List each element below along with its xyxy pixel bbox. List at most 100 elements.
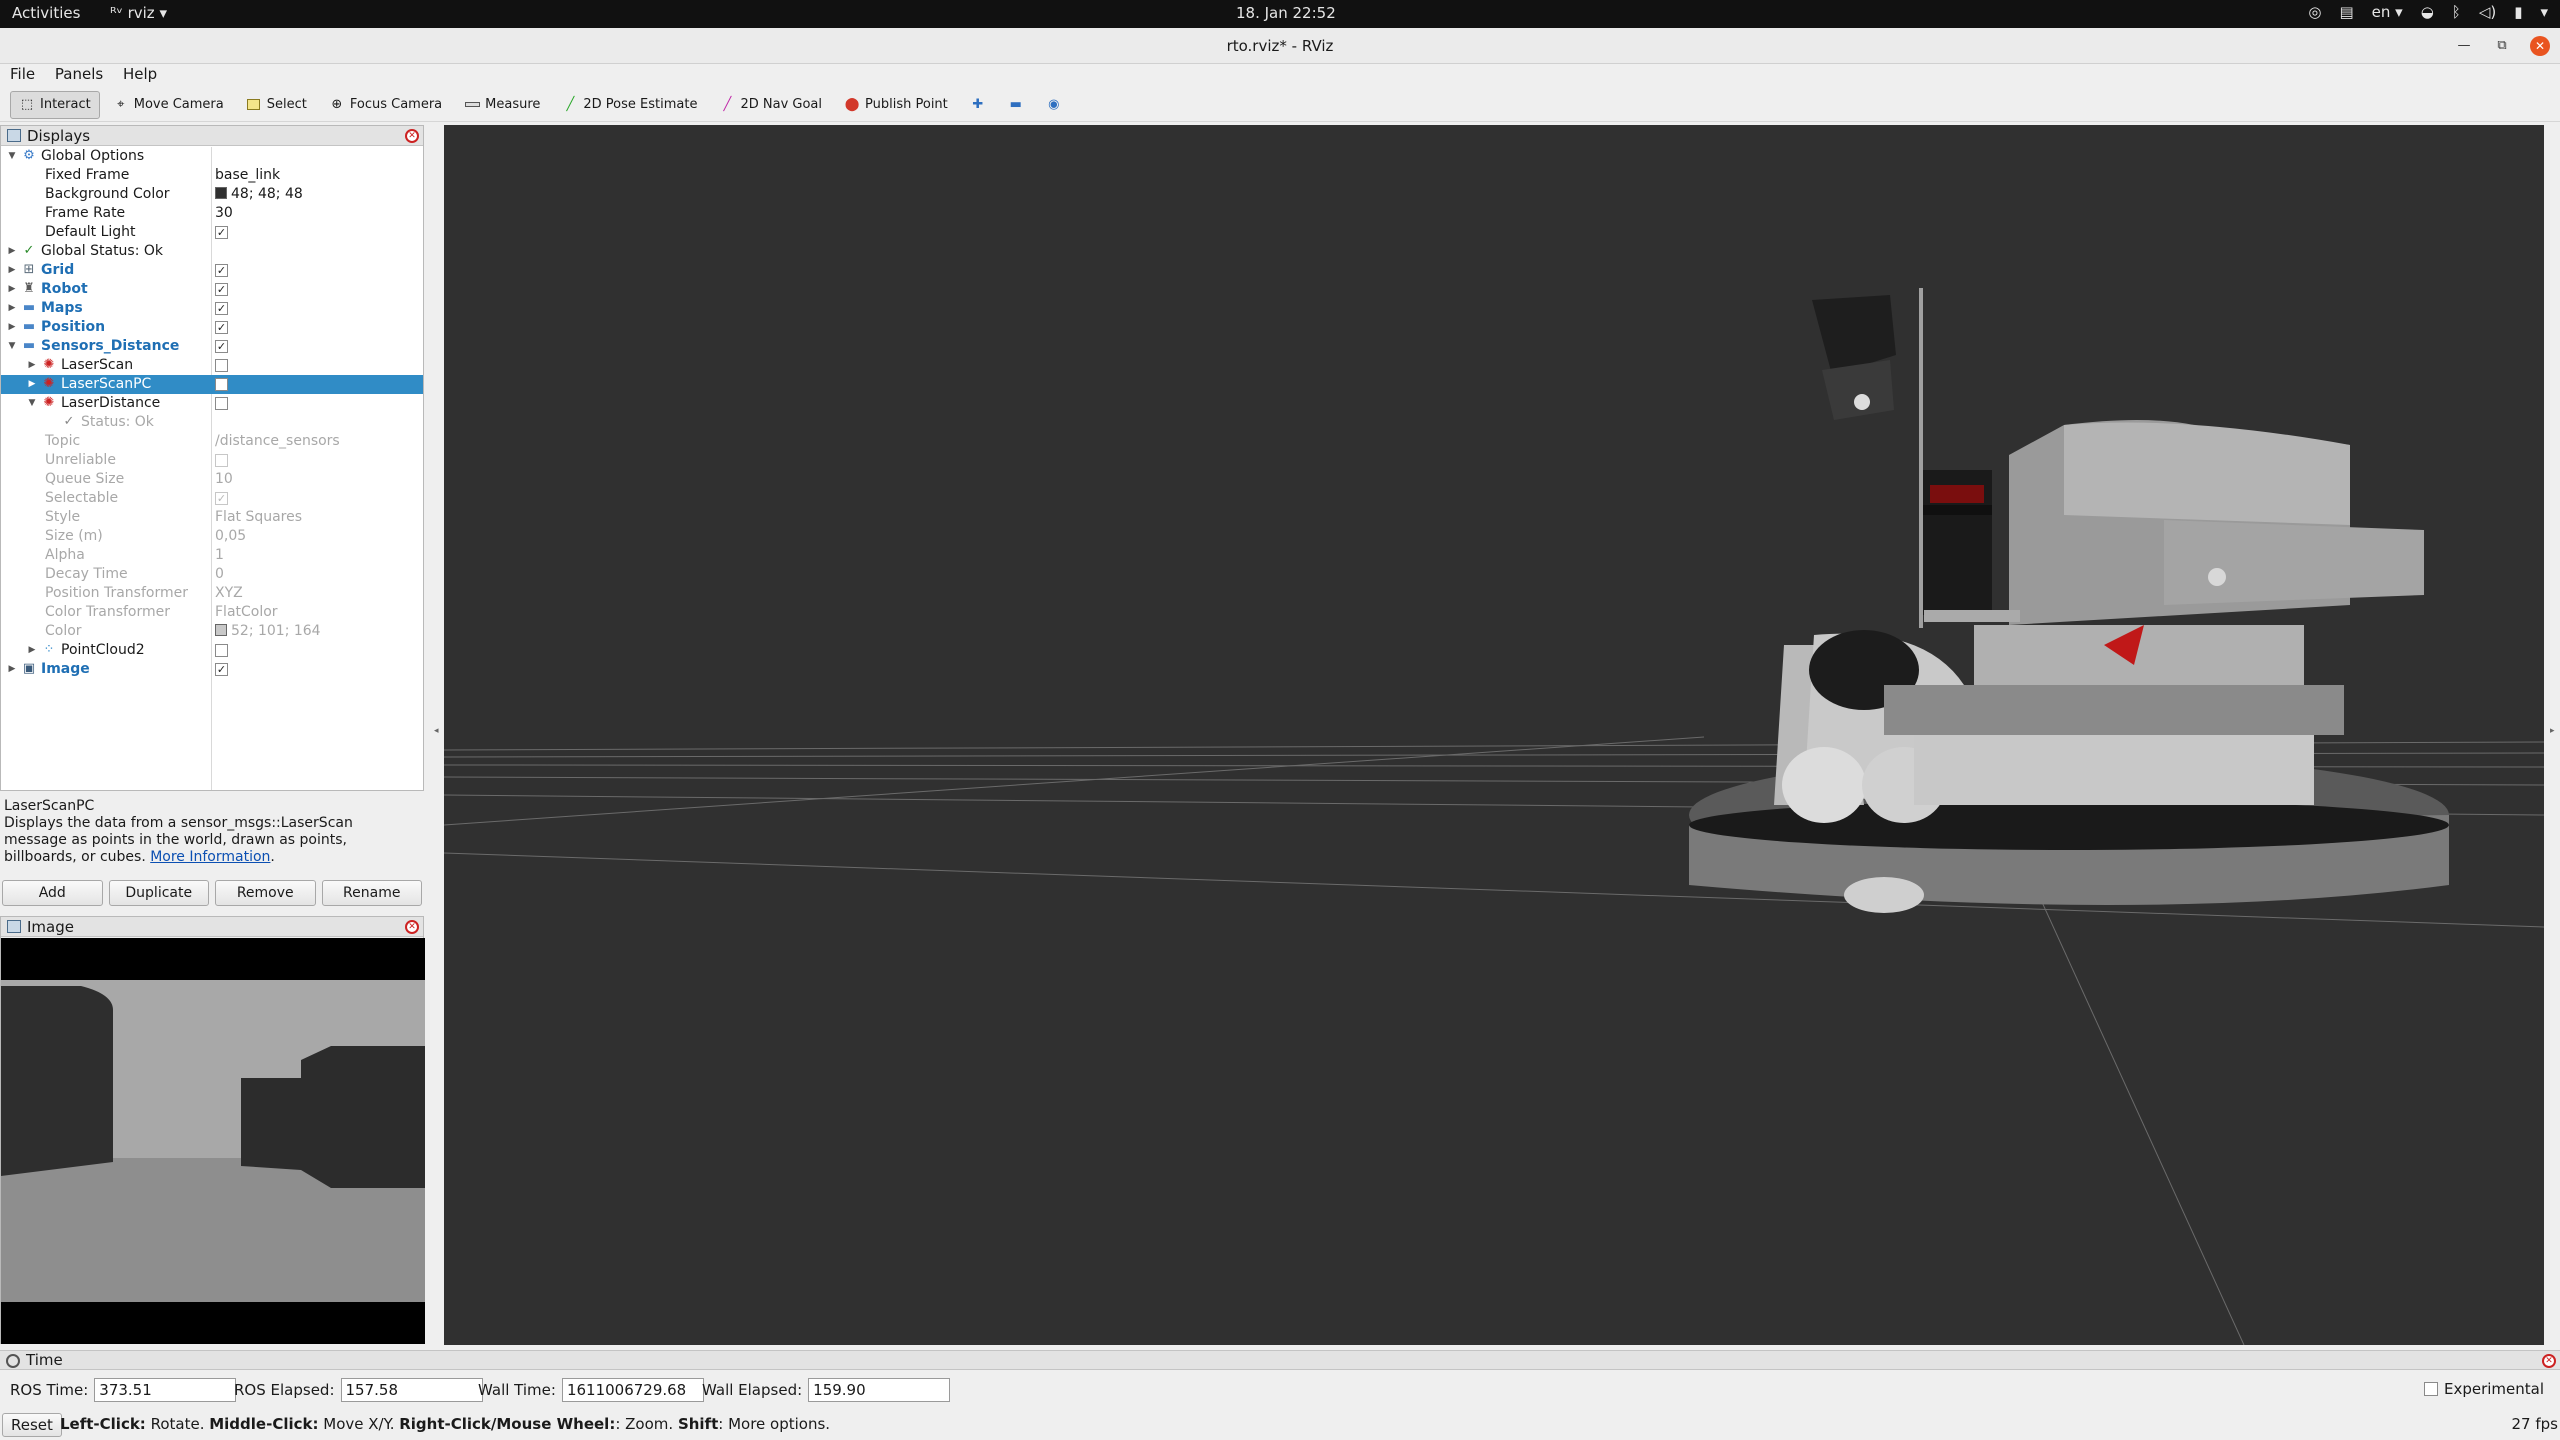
bluetooth-icon[interactable]: ᛒ: [2452, 3, 2461, 21]
enable-checkbox[interactable]: ✓: [215, 226, 228, 239]
experimental-toggle[interactable]: Experimental: [2423, 1380, 2544, 1398]
reset-button[interactable]: Reset: [2, 1413, 62, 1437]
tree-row[interactable]: ▼ ▬ Sensors_Distance ✓: [1, 337, 423, 356]
menu-panels[interactable]: Panels: [45, 64, 108, 83]
chevron-down-icon[interactable]: ▼: [6, 337, 18, 356]
tree-row[interactable]: Fixed Frame base_link: [1, 166, 423, 185]
wall-elapsed-field[interactable]: 159.90: [808, 1378, 951, 1402]
chevron-right-icon[interactable]: ▶: [6, 318, 18, 337]
tree-row[interactable]: Size (m) 0,05: [1, 527, 423, 546]
tree-row[interactable]: Background Color 48; 48; 48: [1, 185, 423, 204]
add-button[interactable]: Add: [2, 880, 103, 906]
remove-tool-button[interactable]: ▬: [999, 91, 1033, 119]
tree-row-value[interactable]: 52; 101; 164: [215, 622, 321, 641]
tree-row-value[interactable]: 48; 48; 48: [215, 185, 303, 204]
displays-tree[interactable]: ▼ ⚙ Global Options Fixed Frame base_link Back…: [1, 147, 423, 790]
minimize-icon[interactable]: —: [2454, 36, 2474, 56]
chevron-right-icon[interactable]: ▶: [6, 280, 18, 299]
tool-measure[interactable]: Measure: [455, 91, 549, 119]
tree-row[interactable]: Color 52; 101; 164: [1, 622, 423, 641]
tree-row[interactable]: Decay Time 0: [1, 565, 423, 584]
enable-checkbox[interactable]: [215, 397, 228, 410]
tool-2d-pose-estimate[interactable]: ╱ 2D Pose Estimate: [553, 91, 706, 119]
wifi-icon[interactable]: ◒: [2421, 3, 2434, 21]
tree-row[interactable]: ▼ ✺ LaserDistance: [1, 394, 423, 413]
tree-row[interactable]: Unreliable: [1, 451, 423, 470]
tree-row[interactable]: ▶ ✺ LaserScanPC: [1, 375, 423, 394]
tree-row[interactable]: Topic/distance_sensors: [1, 432, 423, 451]
app-menu[interactable]: ᴿᵛ rviz ▾: [110, 4, 167, 22]
tree-row[interactable]: Alpha 1: [1, 546, 423, 565]
chevron-down-icon[interactable]: ▼: [26, 394, 38, 413]
tool-focus-camera[interactable]: ⊕ Focus Camera: [320, 91, 451, 119]
chevron-right-icon[interactable]: ▶: [6, 242, 18, 261]
chevron-right-icon[interactable]: ▶: [6, 299, 18, 318]
chevron-right-icon[interactable]: ▶: [26, 641, 38, 660]
tree-row-value[interactable]: 0,05: [215, 527, 246, 546]
enable-checkbox[interactable]: ✓: [215, 321, 228, 334]
tool-select[interactable]: Select: [237, 91, 316, 119]
enable-checkbox[interactable]: [215, 454, 228, 467]
tree-row[interactable]: ▶ ⊞ Grid ✓: [1, 261, 423, 280]
language-indicator[interactable]: en ▾: [2372, 3, 2403, 21]
enable-checkbox[interactable]: [215, 378, 228, 391]
chevron-right-icon[interactable]: ▶: [26, 356, 38, 375]
volume-icon[interactable]: ◁): [2479, 3, 2496, 21]
chevron-down-icon[interactable]: ▼: [6, 147, 18, 166]
ros-time-field[interactable]: 373.51: [94, 1378, 237, 1402]
close-panel-icon[interactable]: ✕: [405, 129, 419, 143]
tool-properties-button[interactable]: ◉: [1037, 91, 1071, 119]
tree-row[interactable]: ▶ ⁘ PointCloud2: [1, 641, 423, 660]
camera-image-view[interactable]: [1, 938, 425, 1344]
collapse-left-handle[interactable]: ◂: [434, 726, 440, 740]
enable-checkbox[interactable]: [215, 644, 228, 657]
tree-row[interactable]: Color Transformer FlatColor: [1, 603, 423, 622]
keyboard-icon[interactable]: ▤: [2339, 3, 2353, 21]
tree-row-value[interactable]: FlatColor: [215, 603, 278, 622]
tree-row-value[interactable]: 1: [215, 546, 224, 565]
tree-row-value[interactable]: /distance_sensors: [215, 432, 340, 451]
enable-checkbox[interactable]: ✓: [215, 302, 228, 315]
maximize-icon[interactable]: ⧉: [2492, 36, 2512, 56]
enable-checkbox[interactable]: ✓: [215, 492, 228, 505]
enable-checkbox[interactable]: ✓: [215, 340, 228, 353]
remove-button[interactable]: Remove: [215, 880, 316, 906]
rename-button[interactable]: Rename: [321, 880, 422, 906]
more-information-link[interactable]: More Information: [150, 849, 270, 865]
tree-row[interactable]: Style Flat Squares: [1, 508, 423, 527]
tree-row-value[interactable]: 10: [215, 470, 233, 489]
tree-row[interactable]: ▶ ▬ Position ✓: [1, 318, 423, 337]
enable-checkbox[interactable]: [215, 359, 228, 372]
duplicate-button[interactable]: Duplicate: [108, 880, 209, 906]
tool-2d-nav-goal[interactable]: ╱ 2D Nav Goal: [710, 91, 831, 119]
discord-icon[interactable]: ◎: [2308, 3, 2321, 21]
experimental-checkbox[interactable]: [2423, 1382, 2438, 1396]
tree-row[interactable]: Position Transformer XYZ: [1, 584, 423, 603]
clock[interactable]: 18. Jan 22:52: [1236, 4, 1336, 22]
wall-time-field[interactable]: 1611006729.68: [561, 1378, 704, 1402]
tree-row-value[interactable]: base_link: [215, 166, 280, 185]
collapse-right-handle[interactable]: ▸: [2550, 726, 2556, 740]
enable-checkbox[interactable]: ✓: [215, 264, 228, 277]
tree-row-value[interactable]: XYZ: [215, 584, 243, 603]
close-panel-icon[interactable]: ✕: [405, 920, 419, 934]
add-tool-button[interactable]: ✚: [961, 91, 995, 119]
tree-row[interactable]: ▼ ⚙ Global Options: [1, 147, 423, 166]
activities-button[interactable]: Activities: [12, 4, 80, 22]
menu-help[interactable]: Help: [113, 64, 162, 83]
tree-row-value[interactable]: Flat Squares: [215, 508, 302, 527]
tree-row[interactable]: ▶ ▬ Maps ✓: [1, 299, 423, 318]
ros-elapsed-field[interactable]: 157.58: [340, 1378, 483, 1402]
tool-move-camera[interactable]: ⌖ Move Camera: [104, 91, 233, 119]
menu-file[interactable]: File: [0, 64, 40, 83]
tree-row[interactable]: Queue Size 10: [1, 470, 423, 489]
close-icon[interactable]: ✕: [2530, 36, 2550, 56]
tree-row[interactable]: ▶ ✓ Global Status: Ok: [1, 242, 423, 261]
tree-row-value[interactable]: 0: [215, 565, 224, 584]
chevron-right-icon[interactable]: ▶: [6, 660, 18, 679]
battery-icon[interactable]: ▮: [2514, 3, 2522, 21]
chevron-down-icon[interactable]: ▾: [2540, 3, 2548, 21]
tree-row[interactable]: ▶ ♜ Robot ✓: [1, 280, 423, 299]
tree-row[interactable]: ✓ Status: Ok: [1, 413, 423, 432]
close-panel-icon[interactable]: ✕: [2542, 1354, 2556, 1368]
